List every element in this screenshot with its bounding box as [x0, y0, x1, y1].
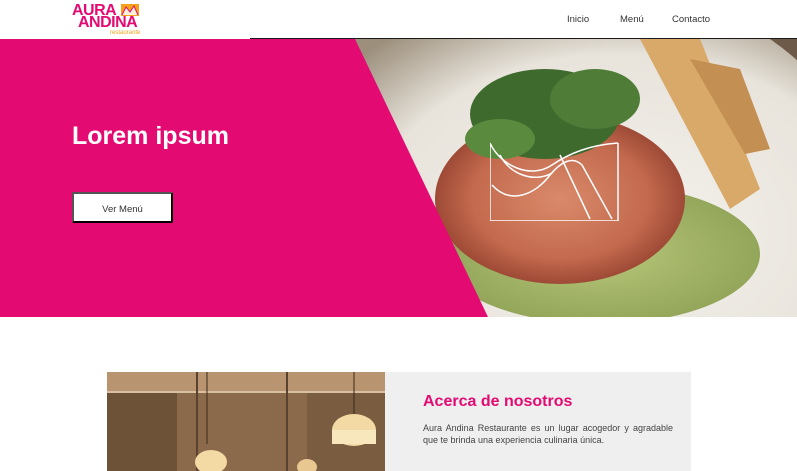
hero-banner: Lorem ipsum Ver Menú [0, 39, 797, 317]
logo-text-andina: ANDINA [78, 14, 138, 31]
about-title: Acerca de nosotros [423, 393, 573, 410]
nav-link-menu[interactable]: Menú [620, 13, 644, 27]
site-logo[interactable]: AURA ANDINA restaurante [72, 3, 144, 37]
restaurant-interior-photo [107, 372, 385, 471]
site-header: AURA ANDINA restaurante Inicio Menú Cont… [0, 0, 797, 39]
about-description: Aura Andina Restaurante es un lugar acog… [423, 423, 673, 445]
nav-link-contacto[interactable]: Contacto [672, 13, 710, 27]
hero-pink-overlay [0, 39, 488, 317]
nav-link-inicio[interactable]: Inicio [567, 13, 589, 27]
about-card: Acerca de nosotros Aura Andina Restauran… [385, 372, 691, 471]
view-menu-button[interactable]: Ver Menú [72, 192, 173, 223]
logo-tagline: restaurante [110, 30, 141, 36]
hero-title: Lorem ipsum [72, 122, 229, 150]
aura-andina-emblem-icon [490, 142, 619, 221]
